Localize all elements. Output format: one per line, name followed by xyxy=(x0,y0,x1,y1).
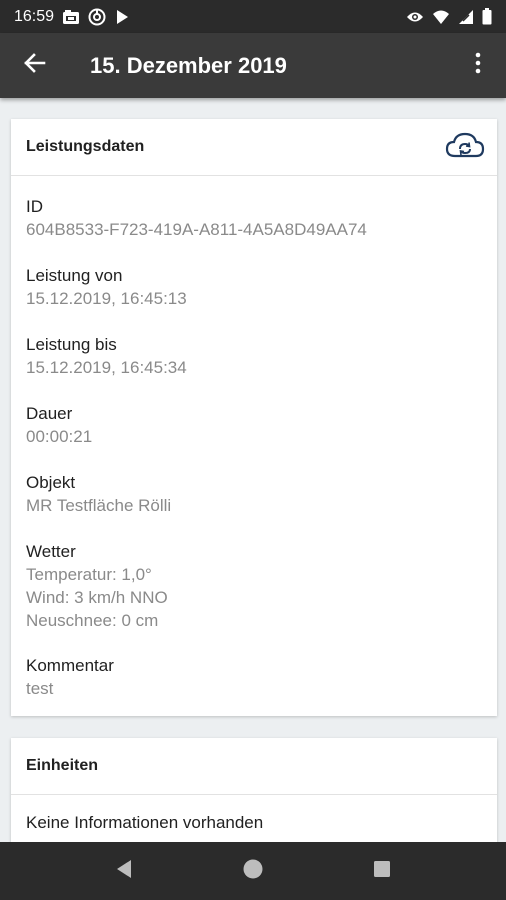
performance-card-title: Leistungsdaten xyxy=(26,138,145,155)
field-object-value: MR Testfläche Rölli xyxy=(26,496,172,515)
signal-icon xyxy=(458,9,474,25)
field-from: Leistung von 15.12.2019, 16:45:13 xyxy=(11,264,187,310)
field-to: Leistung bis 15.12.2019, 16:45:34 xyxy=(11,333,187,379)
units-card: Einheiten Keine Informationen vorhanden xyxy=(11,738,497,842)
performance-card: Leistungsdaten ID 604B8533-F723-419A-A81… xyxy=(11,119,497,716)
play-notification-icon xyxy=(114,9,130,25)
field-from-value: 15.12.2019, 16:45:13 xyxy=(26,289,187,308)
back-button[interactable] xyxy=(0,33,70,98)
status-time: 16:59 xyxy=(14,7,55,25)
units-card-header: Einheiten xyxy=(11,738,497,795)
status-right xyxy=(406,8,492,25)
field-weather-wind: Wind: 3 km/h NNO xyxy=(26,588,168,607)
field-id-label: ID xyxy=(26,197,43,216)
nav-home-button[interactable] xyxy=(223,842,283,900)
field-duration: Dauer 00:00:21 xyxy=(11,402,92,448)
nav-recents-button[interactable] xyxy=(352,842,412,900)
field-duration-value: 00:00:21 xyxy=(26,427,93,446)
field-comment-value: test xyxy=(26,679,54,698)
cloud-sync-icon xyxy=(445,130,485,165)
eye-icon xyxy=(406,10,424,24)
performance-card-header: Leistungsdaten xyxy=(11,119,497,176)
units-card-title: Einheiten xyxy=(26,757,99,774)
content-scroll-area[interactable]: Leistungsdaten ID 604B8533-F723-419A-A81… xyxy=(0,98,506,842)
nav-back-icon xyxy=(115,859,133,884)
battery-icon xyxy=(482,8,492,25)
field-object: Objekt MR Testfläche Rölli xyxy=(11,471,171,517)
field-duration-label: Dauer xyxy=(26,404,73,423)
wifi-icon xyxy=(432,9,450,25)
system-nav-bar xyxy=(0,842,506,900)
cloud-sync-button[interactable] xyxy=(444,126,486,168)
field-comment: Kommentar test xyxy=(11,654,114,700)
units-empty-text: Keine Informationen vorhanden xyxy=(26,813,264,832)
arrow-back-icon xyxy=(24,53,46,78)
field-weather: Wetter Temperatur: 1,0° Wind: 3 km/h NNO… xyxy=(11,540,168,632)
field-id-value: 604B8533-F723-419A-A811-4A5A8D49AA74 xyxy=(26,220,367,239)
field-id: ID 604B8533-F723-419A-A811-4A5A8D49AA74 xyxy=(11,195,367,241)
field-to-label: Leistung bis xyxy=(26,335,117,354)
field-from-label: Leistung von xyxy=(26,266,123,285)
field-object-label: Objekt xyxy=(26,473,76,492)
field-weather-temperature: Temperatur: 1,0° xyxy=(26,565,152,584)
field-comment-label: Kommentar xyxy=(26,656,114,675)
overflow-menu-button[interactable] xyxy=(458,33,498,98)
app-bar: 15. Dezember 2019 xyxy=(0,33,506,98)
nav-back-button[interactable] xyxy=(94,842,154,900)
photo-notification-icon xyxy=(62,9,80,25)
more-vertical-icon xyxy=(475,52,481,79)
status-left: 16:59 xyxy=(14,8,130,26)
status-bar: 16:59 xyxy=(0,0,506,33)
nav-recents-icon xyxy=(373,860,391,883)
vpn-notification-icon xyxy=(88,8,106,26)
field-weather-label: Wetter xyxy=(26,542,76,561)
page-title: 15. Dezember 2019 xyxy=(90,52,287,78)
field-to-value: 15.12.2019, 16:45:34 xyxy=(26,358,187,377)
field-weather-snow: Neuschnee: 0 cm xyxy=(26,611,159,630)
nav-home-icon xyxy=(242,858,264,885)
